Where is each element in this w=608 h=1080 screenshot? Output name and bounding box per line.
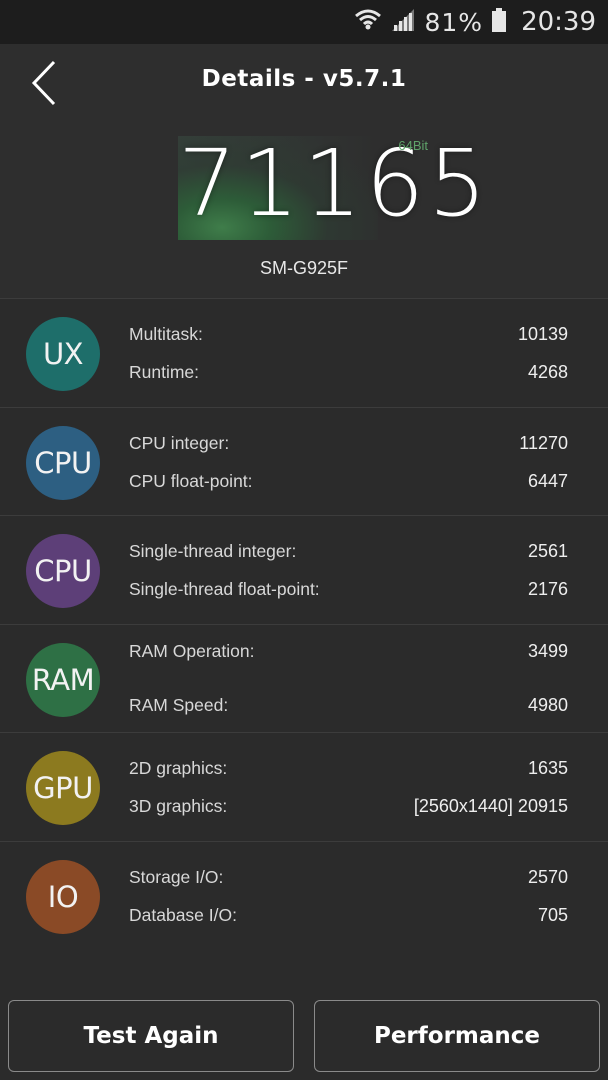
metric-label: RAM Speed:	[129, 694, 229, 715]
metric-single-thread-float: Single-thread float-point: 2176	[129, 579, 568, 605]
metric-runtime: Runtime: 4268	[129, 362, 568, 388]
metric-value: 1635	[527, 758, 568, 778]
metric-value: 2570	[527, 866, 568, 887]
signal-icon	[390, 7, 416, 38]
row-gpu: GPU 2D graphics: 1635 3D graphics: [2560…	[0, 732, 608, 841]
status-bar: 81% 20:39	[0, 0, 608, 44]
row-cpu: CPU CPU integer: 11270 CPU float-point: …	[0, 406, 608, 515]
metric-value: 2561	[527, 541, 568, 561]
metric-label: CPU float-point:	[129, 470, 253, 491]
metric-label: RAM Operation:	[129, 640, 255, 661]
test-again-button[interactable]: Test Again	[8, 1000, 294, 1072]
metric-label: 3D graphics:	[129, 796, 228, 816]
metric-3d-graphics: 3D graphics: [2560x1440] 20915	[129, 796, 568, 822]
row-ux: UX Multitask: 10139 Runtime: 4268	[0, 298, 608, 407]
metric-label: Single-thread float-point:	[129, 579, 320, 599]
metric-database-io: Database I/O: 705	[129, 905, 568, 931]
bit-label: 64Bit	[398, 138, 428, 153]
metric-label: Storage I/O:	[129, 866, 224, 887]
badge-ram: RAM	[26, 642, 100, 717]
metric-cpu-float: CPU float-point: 6447	[129, 471, 568, 497]
metric-cpu-integer: CPU integer: 11270	[129, 433, 568, 459]
row-ram: RAM RAM Operation: 3499 RAM Speed: 4980	[0, 623, 608, 732]
metric-label: CPU integer:	[129, 432, 230, 453]
wifi-icon	[354, 7, 382, 38]
badge-io: IO	[26, 859, 100, 934]
row-io: IO Storage I/O: 2570 Database I/O: 705	[0, 840, 608, 949]
metric-value: 6447	[527, 470, 568, 491]
page-title: Details - v5.7.1	[201, 66, 407, 92]
bottom-actions: Test Again Performance	[0, 980, 608, 1080]
metric-value: 3499	[527, 640, 568, 661]
metric-value: 4268	[527, 362, 568, 382]
badge-cpu: CPU	[26, 425, 100, 500]
clock: 20:39	[521, 7, 596, 37]
metric-multitask: Multitask: 10139	[129, 324, 568, 350]
metric-single-thread-integer: Single-thread integer: 2561	[129, 541, 568, 567]
badge-ux: UX	[26, 317, 100, 391]
total-score: 71165	[178, 130, 491, 237]
metric-storage-io: Storage I/O: 2570	[129, 867, 568, 893]
metric-2d-graphics: 2D graphics: 1635	[129, 758, 568, 784]
badge-cpu-single-thread: CPU	[26, 534, 100, 608]
header: Details - v5.7.1 71165 64Bit SM-G925F	[0, 44, 608, 300]
metric-label: Single-thread integer:	[129, 541, 297, 561]
metric-label: Multitask:	[129, 324, 203, 344]
battery-percent: 81%	[424, 7, 484, 37]
metric-value: 705	[537, 904, 568, 925]
performance-button[interactable]: Performance	[314, 1000, 600, 1072]
chevron-left-icon	[24, 60, 72, 112]
metric-value: 4980	[527, 694, 568, 715]
metric-ram-operation: RAM Operation: 3499	[129, 641, 568, 667]
score-display: 71165 64Bit	[178, 130, 487, 240]
metric-value: 11270	[519, 432, 568, 453]
device-name: SM-G925F	[259, 258, 349, 278]
metric-value: [2560x1440] 20915	[413, 796, 568, 816]
metric-value: 10139	[517, 324, 568, 344]
metric-label: 2D graphics:	[129, 758, 228, 778]
metric-value: 2176	[527, 579, 568, 599]
score-breakdown: UX Multitask: 10139 Runtime: 4268 CPU CP…	[0, 298, 608, 949]
status-icons: 81% 20:39	[354, 6, 596, 38]
badge-gpu: GPU	[26, 751, 100, 825]
battery-icon	[491, 7, 507, 38]
metric-ram-speed: RAM Speed: 4980	[129, 695, 568, 721]
metric-label: Database I/O:	[129, 904, 237, 925]
row-single-thread: CPU Single-thread integer: 2561 Single-t…	[0, 515, 608, 624]
metric-label: Runtime:	[129, 362, 200, 382]
